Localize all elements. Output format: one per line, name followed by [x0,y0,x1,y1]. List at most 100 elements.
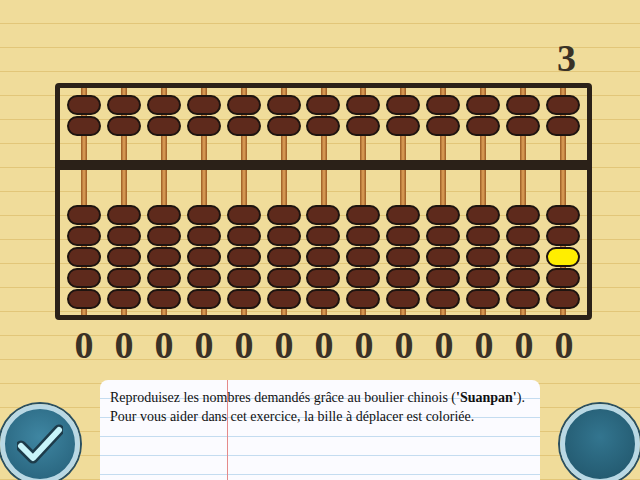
bead[interactable] [426,116,460,136]
bead[interactable] [506,116,540,136]
bead[interactable] [187,268,221,288]
bead[interactable] [67,226,101,246]
bead[interactable] [466,95,500,115]
bead[interactable] [506,268,540,288]
bead[interactable] [187,95,221,115]
bead[interactable] [227,95,261,115]
bead[interactable] [187,116,221,136]
bead[interactable] [267,205,301,225]
bead[interactable] [67,116,101,136]
bead[interactable] [147,247,181,267]
bead[interactable] [67,95,101,115]
bead[interactable] [346,247,380,267]
bead[interactable] [306,205,340,225]
bead[interactable] [147,116,181,136]
validate-button[interactable] [0,404,80,480]
bead[interactable] [187,205,221,225]
bead[interactable] [546,116,580,136]
bead[interactable] [107,95,141,115]
bead[interactable] [67,289,101,309]
bead[interactable] [386,268,420,288]
lower-deck [60,170,587,315]
bead[interactable] [267,268,301,288]
bead[interactable] [187,226,221,246]
bead[interactable] [67,268,101,288]
bead[interactable] [426,289,460,309]
bead[interactable] [107,289,141,309]
digit: 0 [224,323,264,367]
bead[interactable] [386,247,420,267]
bead[interactable] [147,95,181,115]
bead[interactable] [147,268,181,288]
bead[interactable] [466,268,500,288]
bead[interactable] [227,268,261,288]
bead[interactable] [426,268,460,288]
bead[interactable] [466,226,500,246]
bead[interactable] [227,205,261,225]
next-button[interactable] [560,404,640,480]
bead[interactable] [466,205,500,225]
bead[interactable] [306,116,340,136]
bead[interactable] [267,247,301,267]
bead[interactable] [147,289,181,309]
digit: 0 [464,323,504,367]
bead[interactable] [546,95,580,115]
bead[interactable] [466,289,500,309]
bead[interactable] [346,226,380,246]
bead[interactable] [107,116,141,136]
bead[interactable] [386,289,420,309]
bead[interactable] [306,95,340,115]
bead[interactable] [306,226,340,246]
bead[interactable] [306,247,340,267]
bead[interactable] [267,116,301,136]
bead[interactable] [386,116,420,136]
bead[interactable] [346,95,380,115]
bead[interactable] [306,268,340,288]
bead[interactable] [546,268,580,288]
bead[interactable] [426,226,460,246]
bead[interactable] [506,95,540,115]
bead[interactable] [346,268,380,288]
bead[interactable] [227,247,261,267]
bead[interactable] [107,205,141,225]
bead[interactable] [107,247,141,267]
rod [543,170,583,315]
bead[interactable] [546,205,580,225]
bead[interactable] [506,226,540,246]
bead[interactable] [187,247,221,267]
bead[interactable] [386,95,420,115]
bead[interactable] [227,289,261,309]
bead[interactable] [426,205,460,225]
bead[interactable] [67,247,101,267]
bead[interactable] [227,116,261,136]
bead[interactable] [267,95,301,115]
bead[interactable] [546,289,580,309]
bead[interactable] [546,226,580,246]
bead[interactable] [386,226,420,246]
rod [224,88,264,160]
bead[interactable] [426,247,460,267]
bead[interactable] [187,289,221,309]
bead[interactable] [306,289,340,309]
bead[interactable] [506,247,540,267]
bead[interactable] [346,205,380,225]
bead[interactable] [466,247,500,267]
bead[interactable] [227,226,261,246]
bead[interactable] [426,95,460,115]
bead[interactable] [147,226,181,246]
bead[interactable] [267,226,301,246]
bead[interactable] [346,289,380,309]
bead[interactable] [466,116,500,136]
bead[interactable] [506,205,540,225]
bead[interactable] [267,289,301,309]
rod [343,170,383,315]
bead[interactable] [67,205,101,225]
bead[interactable] [546,247,580,267]
bead[interactable] [506,289,540,309]
bead[interactable] [386,205,420,225]
bead[interactable] [107,268,141,288]
rod [543,88,583,160]
bead[interactable] [147,205,181,225]
bead[interactable] [346,116,380,136]
bead[interactable] [107,226,141,246]
